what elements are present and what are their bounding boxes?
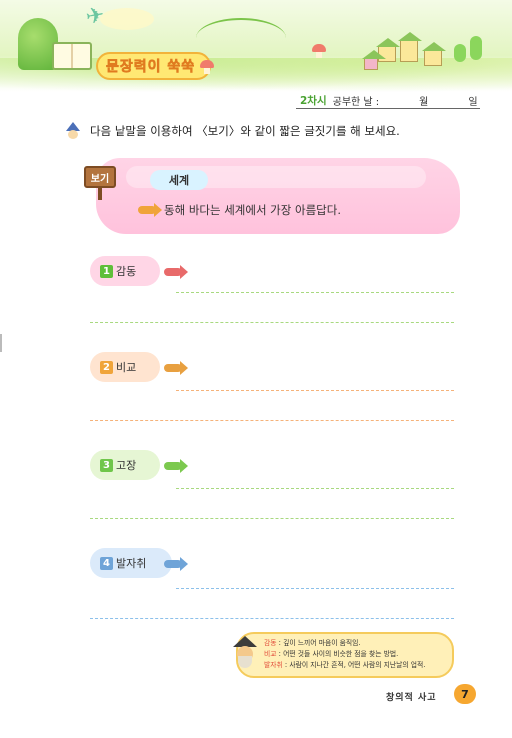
- instruction: 다음 낱말을 이용하여 〈보기〉와 같이 짧은 글짓기를 해 보세요.: [64, 122, 400, 140]
- instruction-text: 다음 낱말을 이용하여 〈보기〉와 같이 짧은 글짓기를 해 보세요.: [90, 124, 400, 138]
- binding-mark: [0, 334, 4, 352]
- sign-post: [98, 186, 102, 200]
- answer-line-2a[interactable]: [176, 390, 454, 391]
- example-sentence-row: 동해 바다는 세계에서 가장 아름답다.: [138, 202, 341, 218]
- example-label: 보기: [90, 173, 110, 185]
- item-word: 감동: [116, 265, 137, 278]
- item-number: 4: [100, 556, 113, 570]
- word-item-4: 4 발자취: [90, 548, 172, 578]
- house-icon: [362, 50, 386, 70]
- glossary-definition: : 깊이 느끼어 마음이 움직임.: [276, 639, 361, 647]
- item-number: 1: [100, 264, 113, 278]
- arrow-icon: [164, 361, 188, 375]
- vine-decoration: [196, 18, 286, 58]
- item-number: 2: [100, 360, 113, 374]
- old-scholar-icon: [232, 636, 258, 670]
- section-title-badge: 문장력이 쑥쑥: [96, 52, 212, 80]
- glossary-entry: 발자취 : 사람이 지나간 흔적, 어떤 사람의 지난날의 업적.: [264, 660, 425, 671]
- section-title: 문장력이 쑥쑥: [106, 59, 196, 76]
- example-sign: 보기: [84, 166, 116, 188]
- scholar-icon: [64, 122, 82, 140]
- house-icon: [398, 32, 422, 62]
- header-banner: ✈ 문장력이 쑥쑥: [0, 0, 512, 92]
- page-number: 7: [454, 684, 476, 704]
- cloud-decoration: [100, 8, 154, 30]
- glossary-entry: 비교 : 어떤 것들 사이의 비슷한 점을 찾는 방법.: [264, 649, 425, 660]
- mushroom-icon: [200, 60, 214, 74]
- answer-line-3b[interactable]: [90, 518, 454, 519]
- glossary-entry: 감동 : 깊이 느끼어 마음이 움직임.: [264, 638, 425, 649]
- item-number: 3: [100, 458, 113, 472]
- session-badge: 2차시: [300, 94, 327, 107]
- house-icon: [422, 42, 446, 66]
- glossary-definition: : 어떤 것들 사이의 비슷한 점을 찾는 방법.: [276, 650, 399, 658]
- date-underline: [296, 108, 480, 109]
- word-item-1: 1 감동: [90, 256, 160, 286]
- arrow-icon: [164, 265, 188, 279]
- item-word: 발자취: [116, 557, 147, 570]
- glossary-term: 발자취: [264, 661, 283, 669]
- arrow-icon: [164, 459, 188, 473]
- open-book-icon: [52, 42, 92, 70]
- glossary-term: 감동: [264, 639, 277, 647]
- study-date-row: 2차시 공부한 날 : 월 일: [300, 92, 480, 108]
- glossary-term: 비교: [264, 650, 277, 658]
- answer-line-1b[interactable]: [90, 322, 454, 323]
- tree-icon: [470, 36, 482, 60]
- tree-icon: [454, 44, 466, 62]
- word-item-2: 2 비교: [90, 352, 160, 382]
- glossary-definition: : 사람이 지나간 흔적, 어떤 사람의 지난날의 업적.: [282, 661, 426, 669]
- airplane-icon: ✈: [83, 2, 107, 31]
- answer-line-2b[interactable]: [90, 420, 454, 421]
- answer-line-1a[interactable]: [176, 292, 454, 293]
- word-item-3: 3 고장: [90, 450, 160, 480]
- answer-line-4a[interactable]: [176, 588, 454, 589]
- answer-line-3a[interactable]: [176, 488, 454, 489]
- item-word: 고장: [116, 459, 137, 472]
- arrow-icon: [138, 203, 162, 217]
- example-box: [96, 158, 460, 234]
- study-date-label: 공부한 날 :: [332, 96, 380, 108]
- arrow-icon: [164, 557, 188, 571]
- example-sentence: 동해 바다는 세계에서 가장 아름답다.: [164, 203, 341, 217]
- glossary-list: 감동 : 깊이 느끼어 마음이 움직임. 비교 : 어떤 것들 사이의 비슷한 …: [264, 638, 425, 671]
- mushroom-icon: [312, 44, 326, 58]
- item-word: 비교: [116, 361, 137, 374]
- day-label: 일: [468, 96, 478, 108]
- section-name: 창의적 사고: [386, 693, 437, 703]
- month-label: 월: [419, 96, 429, 108]
- example-word: 세계: [150, 170, 208, 190]
- answer-line-4b[interactable]: [90, 618, 454, 619]
